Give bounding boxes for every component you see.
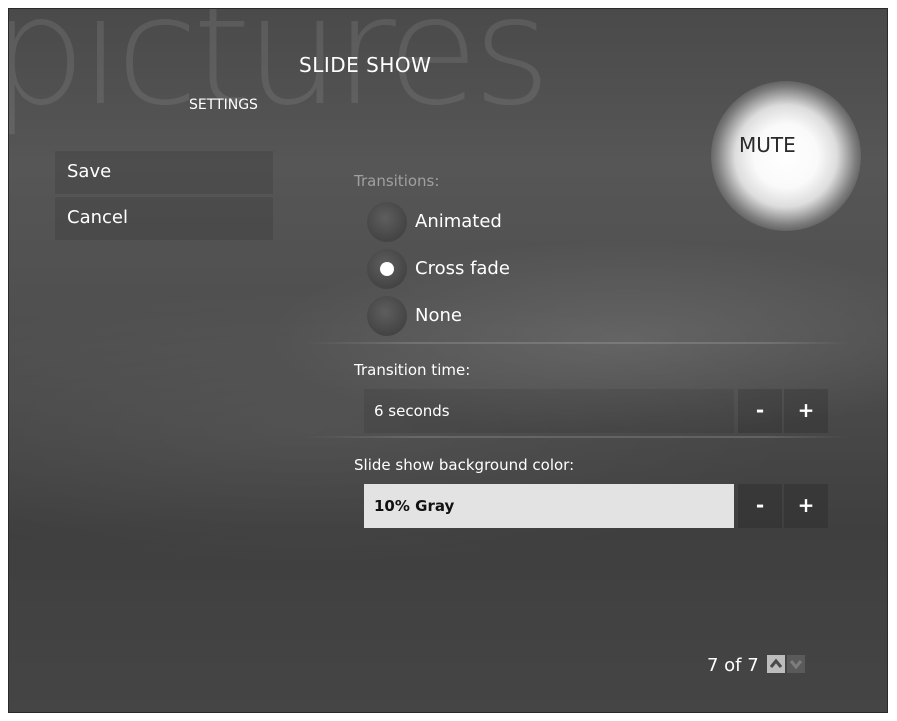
radio-selected-dot <box>380 262 394 276</box>
transition-time-increase-button[interactable]: + <box>784 389 828 433</box>
background-color-decrease-button[interactable]: - <box>738 484 782 528</box>
transitions-label: Transitions: <box>354 172 440 190</box>
transition-time-value[interactable]: 6 seconds <box>364 389 734 433</box>
background-color-increase-button[interactable]: + <box>784 484 828 528</box>
radio-none[interactable]: None <box>367 296 667 336</box>
transition-time-decrease-button[interactable]: - <box>738 389 782 433</box>
background-color-value[interactable]: 10% Gray <box>364 484 734 528</box>
section-divider <box>304 342 849 344</box>
chevron-down-icon[interactable] <box>787 655 805 673</box>
pictures-watermark: pictures <box>8 8 551 139</box>
radio-button-icon <box>367 249 407 289</box>
slideshow-settings-screen: pictures SLIDE SHOW SETTINGS MUTE Save C… <box>8 8 888 713</box>
page-subtitle: SETTINGS <box>189 97 258 113</box>
radio-button-icon <box>367 202 407 242</box>
transition-time-label: Transition time: <box>354 361 471 379</box>
radio-animated[interactable]: Animated <box>367 202 667 242</box>
radio-label: Cross fade <box>415 258 510 279</box>
page-counter: 7 of 7 <box>707 655 759 676</box>
chevron-up-icon[interactable] <box>767 655 785 673</box>
radio-label: Animated <box>415 211 502 232</box>
cancel-button[interactable]: Cancel <box>55 196 273 240</box>
radio-cross-fade[interactable]: Cross fade <box>367 249 667 289</box>
radio-button-icon <box>367 296 407 336</box>
radio-label: None <box>415 305 462 326</box>
mute-button[interactable]: MUTE <box>739 133 796 157</box>
save-button[interactable]: Save <box>55 150 273 194</box>
page-title: SLIDE SHOW <box>299 53 432 77</box>
section-divider <box>304 436 849 438</box>
background-color-label: Slide show background color: <box>354 456 575 474</box>
